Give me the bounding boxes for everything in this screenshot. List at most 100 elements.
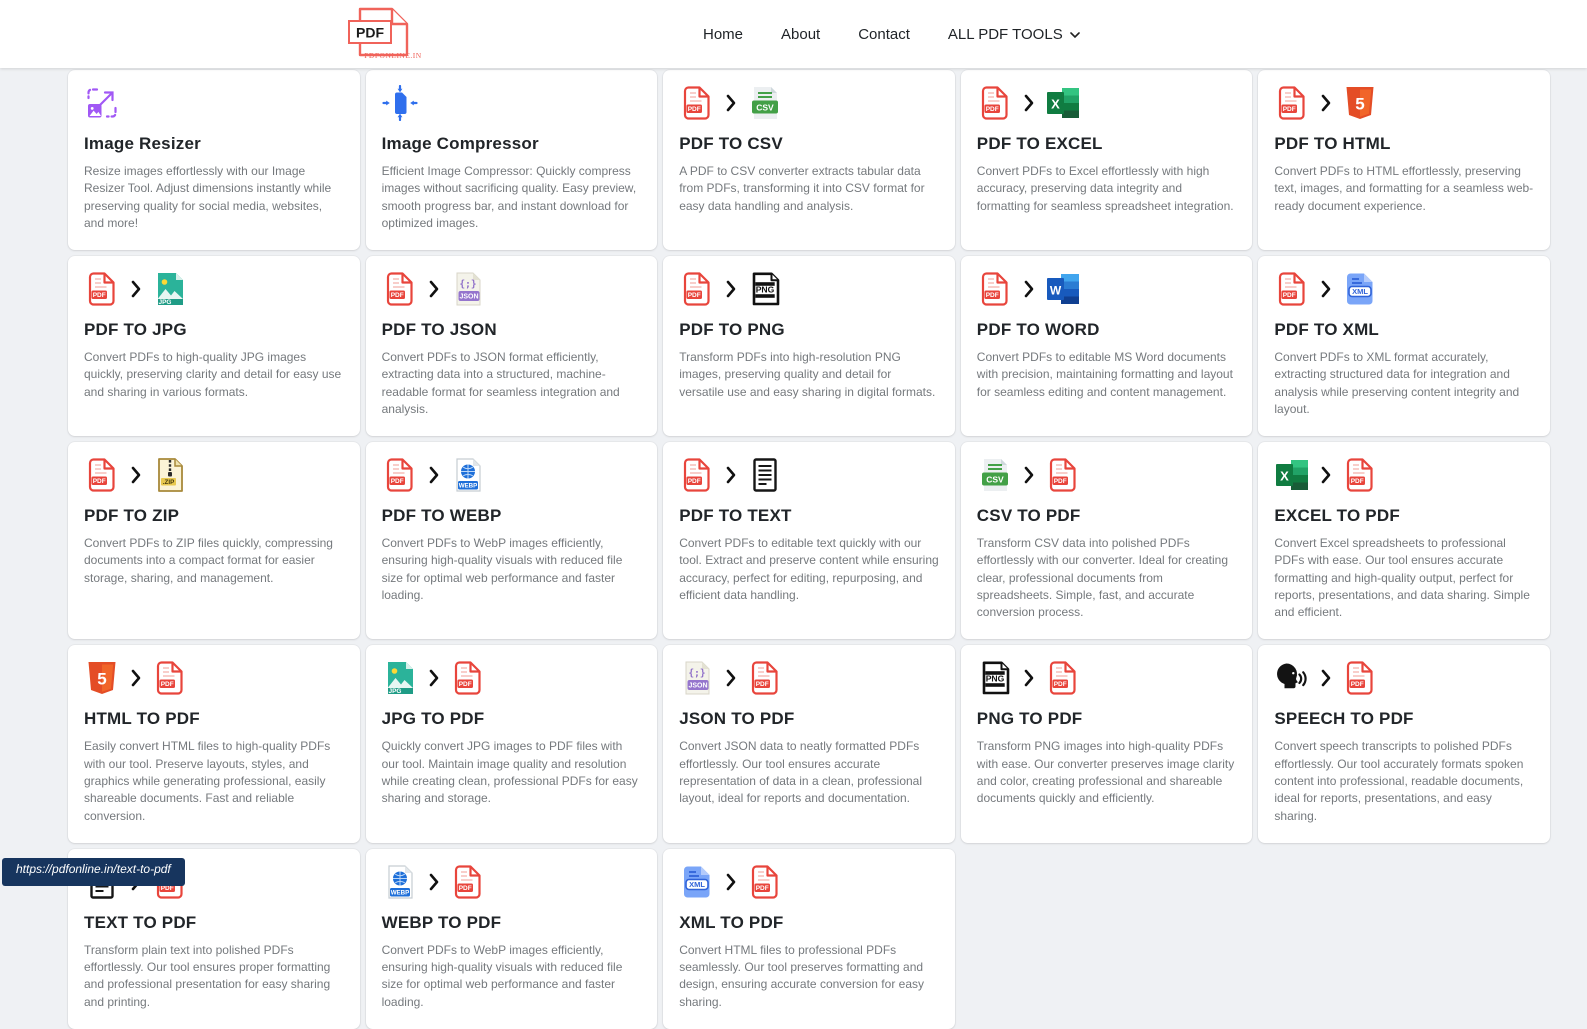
tool-description: Easily convert HTML files to high-qualit… bbox=[84, 739, 331, 823]
tool-card-pdf-to-json[interactable]: PDF {;} JSON PDF TO JSON Convert PDFs to J… bbox=[365, 256, 658, 437]
nav-label: ALL PDF TOOLS bbox=[947, 25, 1063, 43]
arrow-right-icon bbox=[1320, 668, 1332, 688]
tool-title: CSV TO PDF bbox=[976, 506, 1081, 526]
svg-text:PDF: PDF bbox=[1053, 681, 1066, 688]
tool-icons: PDF bbox=[1274, 659, 1534, 697]
svg-text:XML: XML bbox=[689, 880, 705, 889]
svg-text:PDF: PDF bbox=[458, 681, 471, 688]
word-icon: W bbox=[1045, 271, 1081, 307]
tool-card-image-compressor[interactable]: Image Compressor Efficient Image Compres… bbox=[365, 70, 658, 251]
tool-title: PDF TO CSV bbox=[679, 134, 783, 153]
arrow-right-icon bbox=[1023, 279, 1035, 299]
tool-card-png-to-pdf[interactable]: PNG PDF PNG TO PDF Transform PNG images i… bbox=[960, 645, 1253, 843]
tool-card-webp-to-pdf[interactable]: WEBP PDF WEBP TO PDF Convert PDFs to WebP… bbox=[365, 848, 658, 1029]
arrow-right-icon bbox=[725, 668, 737, 688]
svg-text:5: 5 bbox=[97, 670, 106, 689]
tool-title: HTML TO PDF bbox=[84, 709, 200, 729]
tool-description: Convert PDFs to editable text quickly wi… bbox=[679, 536, 939, 602]
tool-card-jpg-to-pdf[interactable]: JPG PDF JPG TO PDF Quickly convert JPG im… bbox=[365, 645, 658, 843]
tool-title: PDF TO HTML bbox=[1274, 134, 1391, 153]
svg-text:PDF: PDF bbox=[985, 106, 998, 113]
excel-icon: X bbox=[1045, 85, 1081, 121]
tool-card-excel-to-pdf[interactable]: X PDF EXCEL TO PDF Convert Excel spreadsh… bbox=[1258, 442, 1550, 640]
tool-icons bbox=[381, 84, 642, 122]
nav-label: Home bbox=[703, 25, 744, 43]
tool-description: Convert Excel spreadsheets to profession… bbox=[1274, 536, 1530, 620]
chevron-down-icon bbox=[1069, 26, 1080, 43]
tool-card-csv-to-pdf[interactable]: CSV PDF CSV TO PDF Transform CSV data int… bbox=[960, 442, 1253, 640]
pdf-logo-icon: PDF PDFONLINE.IN bbox=[348, 7, 422, 60]
tool-icons: PDF CSV bbox=[679, 84, 939, 122]
svg-text:PDF: PDF bbox=[1053, 478, 1066, 485]
nav-link-about[interactable]: About bbox=[781, 26, 820, 43]
tool-card-html-to-pdf[interactable]: 5 PDF HTML TO PDF Easily convert HTML fil… bbox=[68, 645, 360, 843]
tool-title: Image Resizer bbox=[84, 134, 201, 153]
html5-icon: 5 bbox=[84, 660, 120, 696]
csv-icon: CSV bbox=[977, 457, 1013, 493]
tool-icons: 5 PDF bbox=[84, 659, 344, 697]
tool-card-pdf-to-csv[interactable]: PDF CSV PDF TO CSV A PDF to CSV converter… bbox=[663, 70, 955, 251]
tool-title: JSON TO PDF bbox=[679, 709, 795, 729]
tool-icons: PDF X bbox=[977, 84, 1237, 122]
tool-card-image-resizer[interactable]: Image Resizer Resize images effortlessly… bbox=[68, 70, 360, 251]
tool-title: PDF TO PNG bbox=[679, 320, 785, 340]
nav-label: Contact bbox=[858, 25, 910, 43]
arrow-right-icon bbox=[428, 279, 440, 299]
tool-description: Resize images effortlessly with our Imag… bbox=[84, 164, 332, 230]
svg-text:PDF: PDF bbox=[390, 292, 403, 299]
tool-card-pdf-to-webp[interactable]: PDF WEBP PDF TO WEBP Convert PDFs to WebP… bbox=[365, 442, 658, 640]
pdf-icon: PDF bbox=[747, 864, 783, 900]
tool-card-speech-to-pdf[interactable]: PDF SPEECH TO PDF Convert speech transcr… bbox=[1258, 645, 1550, 843]
tool-icons: PDF {;} JSON bbox=[382, 270, 642, 308]
tool-card-xml-to-pdf[interactable]: XML PDF XML TO PDF Convert HTML files to … bbox=[663, 848, 955, 1029]
tool-title: Image Compressor bbox=[381, 134, 539, 153]
svg-text:CSV: CSV bbox=[756, 102, 774, 112]
arrow-right-icon bbox=[1023, 668, 1035, 688]
tool-icons: PDF WEBP bbox=[382, 456, 642, 494]
svg-text:PDFONLINE.IN: PDFONLINE.IN bbox=[364, 51, 422, 60]
tool-card-pdf-to-html[interactable]: PDF 5 PDF TO HTML Convert PDFs to HTML ef… bbox=[1258, 70, 1550, 251]
png-icon: PNG bbox=[977, 660, 1013, 696]
arrow-right-icon bbox=[130, 279, 142, 299]
svg-text:PDF: PDF bbox=[1283, 106, 1296, 113]
pdf-icon: PDF bbox=[152, 660, 188, 696]
jpg-icon: JPG bbox=[382, 660, 418, 696]
tool-description: Transform PNG images into high-quality P… bbox=[976, 739, 1235, 806]
nav-link-contact[interactable]: Contact bbox=[858, 26, 910, 43]
arrow-right-icon bbox=[428, 668, 440, 688]
tool-icons: PDF bbox=[679, 456, 939, 494]
svg-text:PDF: PDF bbox=[458, 885, 471, 892]
tool-card-pdf-to-jpg[interactable]: PDF JPG PDF TO JPG Convert PDFs to high-q… bbox=[68, 256, 360, 437]
svg-text:PDF: PDF bbox=[688, 478, 701, 485]
svg-text:PNG: PNG bbox=[756, 285, 775, 295]
tool-icons bbox=[84, 84, 344, 122]
nav-link-home[interactable]: Home bbox=[703, 26, 743, 43]
arrow-right-icon bbox=[725, 279, 737, 299]
svg-text:PNG: PNG bbox=[985, 674, 1004, 684]
svg-text:{;}: {;} bbox=[459, 279, 476, 290]
svg-text:WEBP: WEBP bbox=[458, 483, 477, 490]
nav-link-all-pdf-tools[interactable]: ALL PDF TOOLS bbox=[948, 26, 1080, 43]
tool-card-pdf-to-word[interactable]: PDF W PDF TO WORD Convert PDFs to editabl… bbox=[960, 256, 1253, 437]
tool-description: Transform CSV data into polished PDFs ef… bbox=[976, 536, 1229, 620]
site-logo[interactable]: PDF PDFONLINE.IN bbox=[344, 6, 428, 67]
tool-card-pdf-to-png[interactable]: PDF PNG PDF TO PNG Transform PDFs into hi… bbox=[663, 256, 955, 437]
tool-card-pdf-to-xml[interactable]: PDF XML PDF TO XML Convert PDFs to XML fo… bbox=[1258, 256, 1550, 437]
svg-text:PDF: PDF bbox=[1351, 478, 1364, 485]
html5-icon: 5 bbox=[1342, 85, 1378, 121]
tool-description: Convert PDFs to XML format accurately, e… bbox=[1274, 350, 1520, 416]
tool-title: PDF TO WEBP bbox=[381, 506, 502, 526]
tool-title: JPG TO PDF bbox=[381, 709, 485, 729]
svg-text:CSV: CSV bbox=[986, 474, 1004, 484]
pdf-icon: PDF bbox=[1045, 457, 1081, 493]
tool-card-pdf-to-zip[interactable]: PDF .ZIP PDF TO ZIP Convert PDFs to ZIP f… bbox=[68, 442, 360, 640]
arrow-right-icon bbox=[1023, 93, 1035, 113]
tool-description: Convert PDFs to Excel effortlessly with … bbox=[976, 164, 1234, 213]
tool-card-json-to-pdf[interactable]: {;} JSON PDF JSON TO PDF Convert JSON data… bbox=[663, 645, 955, 843]
svg-text:5: 5 bbox=[1356, 95, 1365, 114]
pdf-icon: PDF bbox=[450, 864, 486, 900]
tool-card-pdf-to-text[interactable]: PDF PDF TO TEXT Convert PDFs to editable… bbox=[663, 442, 955, 640]
tool-card-pdf-to-excel[interactable]: PDF X PDF TO EXCEL Convert PDFs to Excel … bbox=[960, 70, 1253, 251]
tool-icons: PDF 5 bbox=[1274, 84, 1534, 122]
pdf-icon: PDF bbox=[382, 457, 418, 493]
